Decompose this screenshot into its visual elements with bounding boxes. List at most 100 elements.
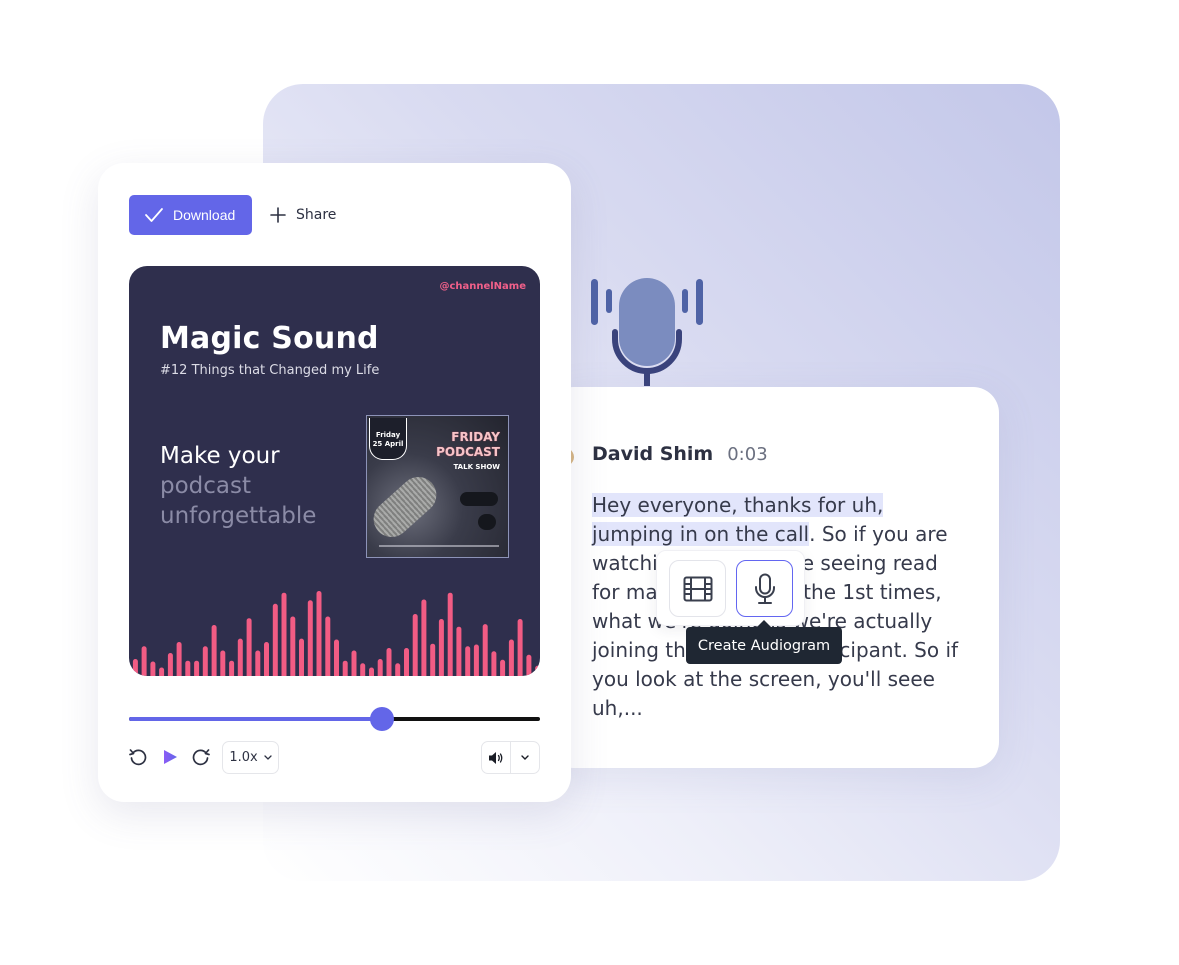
waveform-bar: [167, 653, 173, 676]
download-label: Download: [173, 207, 236, 223]
waveform-bar: [281, 592, 287, 676]
thumbnail-subhead: TALK SHOW: [453, 463, 500, 471]
tagline-line-1: Make your: [160, 443, 280, 469]
microphone-icon: [754, 573, 775, 604]
play-button[interactable]: [160, 741, 180, 773]
film-icon: [683, 576, 712, 601]
rewind-button[interactable]: [127, 741, 149, 773]
waveform-bar: [211, 625, 217, 676]
waveform-bar: [421, 599, 427, 676]
create-video-button[interactable]: [669, 560, 726, 617]
create-audiogram-button[interactable]: [736, 560, 793, 617]
volume-control: [481, 741, 540, 774]
seek-progress: [129, 717, 382, 721]
chevron-down-icon: [521, 754, 529, 760]
waveform-bar: [290, 616, 296, 676]
tagline-line-3: unforgettable: [160, 503, 317, 529]
rewind-icon: [129, 749, 147, 766]
thumbnail-headline-2: PODCAST: [436, 445, 500, 459]
cover-subtitle: #12 Things that Changed my Life: [160, 363, 380, 378]
waveform-bar: [500, 659, 506, 676]
waveform-bar: [360, 663, 366, 676]
waveform-bar: [202, 646, 208, 676]
waveform-bar: [456, 626, 462, 676]
download-button[interactable]: Download: [129, 195, 252, 235]
waveform-bar: [220, 650, 226, 676]
waveform-bar: [141, 646, 147, 676]
volume-icon: [489, 751, 503, 764]
waveform-bar: [255, 650, 261, 676]
waveform-bar: [482, 624, 488, 676]
waveform-bar: [395, 663, 401, 676]
share-button[interactable]: Share: [270, 195, 336, 235]
thumbnail-headline-1: FRIDAY: [451, 430, 500, 444]
share-label: Share: [296, 207, 337, 223]
waveform-bar: [351, 650, 357, 676]
waveform-bar: [272, 603, 278, 676]
waveform-bar: [316, 591, 322, 676]
plus-icon: [270, 207, 286, 223]
thumbnail-date-day: Friday: [375, 431, 401, 439]
play-icon: [163, 750, 177, 764]
chevron-down-icon: [264, 754, 272, 760]
player-card: Download Share @channelName Magic Sound …: [98, 163, 571, 802]
volume-button[interactable]: [482, 742, 511, 773]
playback-speed-select[interactable]: 1.0x: [222, 741, 279, 774]
cover-tagline: Make your podcast unforgettable: [160, 441, 316, 531]
waveform-bar: [386, 648, 392, 676]
channel-name: @channelName: [439, 281, 526, 292]
tooltip-create-audiogram: Create Audiogram: [686, 620, 842, 664]
selection-toolbar: [656, 550, 805, 626]
waveform-bar: [237, 638, 243, 676]
playback-speed-value: 1.0x: [229, 750, 258, 765]
waveform-bar: [334, 639, 339, 676]
volume-menu-button[interactable]: [511, 742, 539, 773]
waveform-bar: [185, 660, 191, 676]
cover-title: Magic Sound: [160, 321, 379, 356]
waveform-bar: [438, 619, 444, 676]
microphone-waves-icon: [591, 278, 703, 386]
waveform: [132, 591, 540, 676]
thumbnail-date: 25 April: [372, 440, 404, 448]
waveform-bar: [430, 643, 436, 676]
waveform-bar: [159, 667, 165, 676]
waveform-bar: [404, 648, 409, 676]
waveform-bar: [412, 614, 418, 676]
speaker-name: David Shim: [592, 443, 714, 465]
waveform-bar: [447, 592, 453, 676]
podcast-cover: @channelName Magic Sound #12 Things that…: [129, 266, 540, 676]
thumbnail-microphone: [367, 469, 444, 545]
waveform-bar: [526, 654, 532, 676]
forward-icon: [192, 749, 210, 766]
waveform-bar: [325, 616, 331, 676]
waveform-bar: [508, 639, 514, 676]
thumbnail-cta-pill: [478, 514, 496, 530]
waveform-bar: [194, 660, 200, 676]
waveform-bar: [176, 642, 182, 676]
podcast-thumbnail: Friday 25 April FRIDAY PODCAST TALK SHOW: [366, 415, 509, 558]
waveform-bar: [132, 659, 138, 676]
seek-handle[interactable]: [369, 707, 394, 731]
waveform-bar: [150, 661, 156, 676]
waveform-bar: [535, 665, 540, 676]
waveform-bar: [473, 644, 479, 676]
speaker-timestamp[interactable]: 0:03: [727, 444, 767, 465]
thumbnail-host-pill: [460, 492, 498, 506]
thumbnail-date-badge: Friday 25 April: [369, 418, 407, 460]
seek-bar[interactable]: [129, 707, 540, 731]
check-icon: [145, 208, 163, 222]
waveform-bar: [369, 667, 374, 676]
waveform-bar: [229, 660, 235, 676]
waveform-bar: [299, 638, 304, 676]
waveform-bar: [491, 651, 497, 676]
waveform-bar: [342, 660, 348, 676]
tagline-line-2: podcast: [160, 473, 252, 499]
speaker-row: David Shim 0:03: [592, 443, 768, 465]
thumbnail-footer: [379, 545, 499, 547]
waveform-bar: [517, 619, 523, 676]
forward-button[interactable]: [190, 741, 212, 773]
waveform-bar: [465, 646, 471, 676]
waveform-bar: [307, 600, 313, 676]
waveform-bar: [377, 659, 383, 676]
waveform-bar: [246, 618, 252, 676]
